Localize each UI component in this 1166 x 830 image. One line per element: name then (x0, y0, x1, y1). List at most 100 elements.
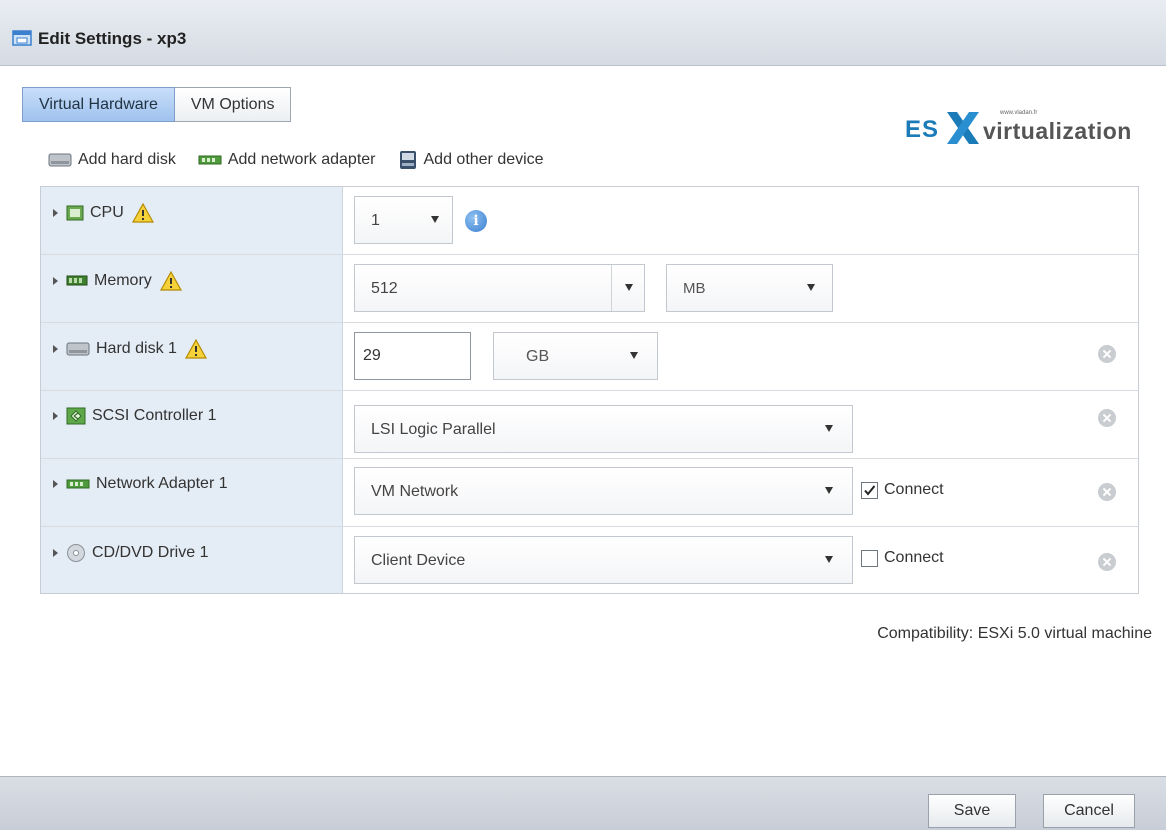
hardware-row-scsi-controller: SCSI Controller 1 LSI Logic Parallel (41, 391, 1138, 459)
remove-cd-dvd-drive-icon[interactable] (1098, 553, 1116, 571)
expand-arrow-icon[interactable] (53, 209, 58, 217)
other-device-icon (399, 151, 416, 169)
add-network-adapter-button[interactable]: Add network adapter (198, 151, 376, 169)
network-adapter-label[interactable]: Network Adapter 1 (53, 475, 228, 493)
hard-disk-size-input[interactable]: 29 (354, 332, 471, 380)
hard-disk-unit-value: GB (526, 348, 550, 365)
scsi-controller-icon (66, 407, 86, 425)
network-connect-checkbox[interactable]: Connect (861, 481, 944, 499)
network-connect-label: Connect (884, 481, 944, 498)
expand-arrow-icon[interactable] (53, 345, 58, 353)
memory-size-field[interactable]: 512 (354, 264, 645, 312)
chevron-down-icon (825, 556, 833, 563)
network-adapter-icon (198, 155, 222, 165)
chevron-down-icon (825, 425, 833, 432)
logo-virtualization-text: virtualization (983, 118, 1132, 144)
cd-dvd-drive-label[interactable]: CD/DVD Drive 1 (53, 543, 208, 563)
chevron-down-icon (825, 487, 833, 494)
row-label-cell: Network Adapter 1 (41, 459, 343, 526)
network-select[interactable]: VM Network (354, 467, 853, 515)
expand-arrow-icon[interactable] (53, 549, 58, 557)
expand-arrow-icon[interactable] (53, 412, 58, 420)
compatibility-text: Compatibility: ESXi 5.0 virtual machine (877, 625, 1152, 642)
scsi-controller-type-select[interactable]: LSI Logic Parallel (354, 405, 853, 453)
hard-disk-size-value: 29 (363, 347, 381, 364)
hard-disk-icon (48, 153, 72, 167)
hardware-row-cpu: CPU 1 i (41, 187, 1138, 255)
expand-arrow-icon[interactable] (53, 480, 58, 488)
logo-url-text: www.vladan.fr (1000, 110, 1038, 116)
chevron-down-icon[interactable] (625, 284, 633, 291)
settings-tabs: Virtual Hardware VM Options (22, 87, 292, 122)
tab-virtual-hardware[interactable]: Virtual Hardware (22, 87, 175, 122)
esx-virtualization-logo: www.vladan.fr ES virtualization (905, 108, 1160, 148)
add-hard-disk-label: Add hard disk (78, 151, 176, 168)
hardware-row-memory: Memory 512 MB (41, 255, 1138, 323)
hardware-row-hard-disk: Hard disk 1 29 GB (41, 323, 1138, 391)
add-other-device-button[interactable]: Add other device (398, 150, 544, 170)
cpu-icon (66, 205, 84, 221)
remove-network-adapter-icon[interactable] (1098, 483, 1116, 501)
add-hard-disk-button[interactable]: Add hard disk (48, 151, 176, 169)
chevron-down-icon (630, 352, 638, 359)
row-label-cell: CD/DVD Drive 1 (41, 527, 343, 593)
checkbox-unchecked-icon[interactable] (861, 549, 878, 567)
vm-window-icon (12, 30, 32, 46)
cd-dvd-icon (67, 544, 85, 562)
divider (611, 265, 612, 311)
row-label-cell: CPU (41, 187, 343, 254)
cd-dvd-connect-checkbox[interactable]: Connect (861, 549, 944, 567)
logo-es-text: ES (905, 116, 940, 143)
add-network-adapter-label: Add network adapter (227, 151, 376, 168)
cpu-count-value: 1 (371, 212, 380, 229)
hard-disk-label[interactable]: Hard disk 1 (53, 339, 207, 359)
expand-arrow-icon[interactable] (53, 277, 58, 285)
scsi-controller-label[interactable]: SCSI Controller 1 (53, 407, 217, 425)
virtual-hardware-table: CPU 1 i Memory 512 MB Hard disk 1 29 GB … (40, 186, 1139, 594)
row-label-cell: Memory (41, 255, 343, 322)
row-label-cell: Hard disk 1 (41, 323, 343, 390)
memory-unit-select[interactable]: MB (666, 264, 833, 312)
cd-dvd-media-select[interactable]: Client Device (354, 536, 853, 584)
remove-scsi-controller-icon[interactable] (1098, 409, 1116, 427)
hard-disk-label-text: Hard disk 1 (96, 340, 177, 357)
remove-hard-disk-icon[interactable] (1098, 345, 1116, 363)
cd-dvd-drive-label-text: CD/DVD Drive 1 (92, 544, 209, 561)
hardware-row-cd-dvd-drive: CD/DVD Drive 1 Client Device Connect (41, 527, 1138, 593)
info-icon[interactable]: i (465, 210, 487, 232)
scsi-controller-label-text: SCSI Controller 1 (92, 407, 217, 424)
cpu-label[interactable]: CPU (53, 203, 154, 223)
row-label-cell: SCSI Controller 1 (41, 391, 343, 458)
logo-x-icon (947, 112, 979, 144)
dialog-footer: Save Cancel (0, 776, 1166, 830)
scsi-controller-type-value: LSI Logic Parallel (371, 421, 496, 438)
window-titlebar: Edit Settings - xp3 (0, 0, 1166, 66)
cd-dvd-connect-label: Connect (884, 549, 944, 566)
checkbox-checked-icon[interactable] (861, 481, 878, 499)
network-adapter-icon (66, 479, 90, 489)
cd-dvd-media-value: Client Device (371, 552, 466, 569)
cpu-label-text: CPU (90, 204, 124, 221)
memory-label[interactable]: Memory (53, 271, 182, 291)
warning-icon (131, 203, 154, 223)
chevron-down-icon (807, 284, 815, 291)
network-value: VM Network (371, 483, 459, 500)
hard-disk-unit-select[interactable]: GB (493, 332, 658, 380)
memory-label-text: Memory (94, 272, 152, 289)
tab-vm-options[interactable]: VM Options (174, 87, 292, 122)
hardware-toolbar: Add hard disk Add network adapter Add ot… (48, 150, 566, 170)
save-button[interactable]: Save (928, 794, 1016, 828)
hardware-row-network-adapter: Network Adapter 1 VM Network Connect (41, 459, 1138, 527)
window-title: Edit Settings - xp3 (38, 29, 187, 48)
cancel-button[interactable]: Cancel (1043, 794, 1135, 828)
memory-icon (66, 275, 88, 286)
warning-icon (184, 339, 207, 359)
cpu-count-select[interactable]: 1 (354, 196, 453, 244)
add-other-device-label: Add other device (423, 151, 544, 168)
network-adapter-label-text: Network Adapter 1 (96, 475, 228, 492)
chevron-down-icon (431, 216, 439, 223)
warning-icon (159, 271, 182, 291)
memory-size-value: 512 (371, 280, 398, 297)
memory-unit-value: MB (683, 280, 706, 297)
hard-disk-icon (66, 342, 90, 356)
